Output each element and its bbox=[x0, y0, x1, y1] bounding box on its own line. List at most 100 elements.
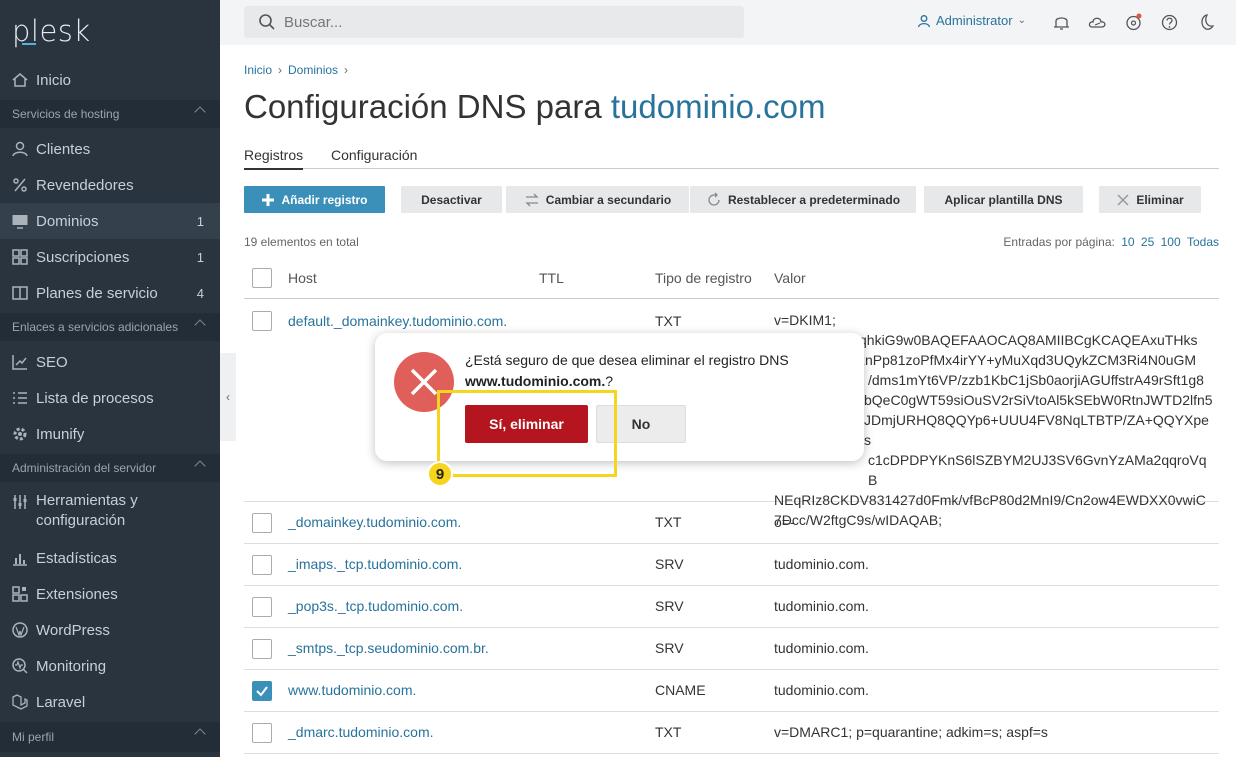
record-type: TXT bbox=[655, 724, 682, 740]
column-value: Valor bbox=[774, 270, 806, 286]
sidebar-item-label: Laravel bbox=[36, 693, 86, 711]
section-label: Mi perfil bbox=[12, 730, 55, 744]
dark-mode-icon[interactable] bbox=[1196, 13, 1215, 32]
book-icon bbox=[11, 284, 29, 302]
help-icon[interactable] bbox=[1160, 13, 1179, 32]
record-type: SRV bbox=[655, 640, 684, 656]
record-value: v=DMARC1; p=quarantine; adkim=s; aspf=s bbox=[774, 724, 1048, 740]
sidebar-item-monitoring[interactable]: Monitoring bbox=[0, 648, 220, 684]
sidebar-item-wordpress[interactable]: WordPress bbox=[0, 612, 220, 648]
sidebar: plesk Inicio Servicios de hosting Client… bbox=[0, 0, 220, 757]
search-input[interactable]: Buscar... bbox=[244, 6, 744, 38]
row-checkbox[interactable] bbox=[252, 597, 272, 617]
record-host-link[interactable]: _domainkey.tudominio.com. bbox=[288, 514, 461, 530]
row-checkbox[interactable] bbox=[252, 555, 272, 575]
reset-icon bbox=[706, 192, 722, 208]
per-page-100[interactable]: 100 bbox=[1161, 235, 1181, 249]
user-menu[interactable]: Administrator ⌄ bbox=[917, 13, 1026, 28]
row-checkbox[interactable] bbox=[252, 513, 272, 533]
record-type: TXT bbox=[655, 514, 682, 530]
sidebar-item-extensiones[interactable]: Extensiones bbox=[0, 576, 220, 612]
tab-configuracion[interactable]: Configuración bbox=[331, 147, 417, 163]
record-host-link[interactable]: _smtps._tcp.seudominio.com.br. bbox=[288, 640, 489, 656]
row-checkbox-checked[interactable] bbox=[252, 681, 272, 701]
topbar: Buscar... Administrator ⌄ bbox=[220, 0, 1236, 45]
row-checkbox[interactable] bbox=[252, 311, 272, 331]
per-page-25[interactable]: 25 bbox=[1141, 235, 1154, 249]
per-page-10[interactable]: 10 bbox=[1121, 235, 1134, 249]
cloud-icon[interactable] bbox=[1088, 13, 1107, 32]
column-record-type[interactable]: Tipo de registro bbox=[655, 270, 752, 286]
sidebar-item-seo[interactable]: SEO bbox=[0, 344, 220, 380]
switch-secondary-button[interactable]: Cambiar a secundario bbox=[506, 186, 689, 213]
record-type: CNAME bbox=[655, 682, 706, 698]
sidebar-collapse-handle[interactable]: ‹ bbox=[220, 353, 236, 441]
sidebar-item-planes[interactable]: Planes de servicio 4 bbox=[0, 275, 220, 311]
section-enlaces[interactable]: Enlaces a servicios adicionales bbox=[0, 313, 220, 341]
logo-underline bbox=[22, 43, 36, 45]
record-host-link[interactable]: _imaps._tcp.tudominio.com. bbox=[288, 556, 462, 572]
delete-button[interactable]: Eliminar bbox=[1099, 186, 1201, 213]
monitor-icon bbox=[11, 212, 29, 230]
record-host-link[interactable]: www.tudominio.com. bbox=[288, 682, 416, 698]
tab-registros[interactable]: Registros bbox=[244, 147, 304, 170]
record-value: tudominio.com. bbox=[774, 556, 869, 572]
sidebar-item-estadisticas[interactable]: Estadísticas bbox=[0, 540, 220, 576]
sidebar-item-label: Suscripciones bbox=[36, 248, 130, 266]
record-host-link[interactable]: default._domainkey.tudominio.com. bbox=[288, 313, 507, 329]
section-perfil[interactable]: Mi perfil bbox=[0, 722, 220, 752]
page-title-domain[interactable]: tudominio.com bbox=[611, 88, 826, 125]
per-page-selector: Entradas por página: 10 25 100 Todas bbox=[1003, 235, 1219, 249]
sidebar-item-suscripciones[interactable]: Suscripciones 1 bbox=[0, 239, 220, 275]
user-icon bbox=[917, 14, 931, 27]
breadcrumb-dominios[interactable]: Dominios bbox=[288, 63, 338, 77]
dialog-record: www.tudominio.com. bbox=[465, 373, 606, 389]
reset-default-button[interactable]: Restablecer a predeterminado bbox=[690, 186, 916, 213]
section-admin[interactable]: Administración del servidor bbox=[0, 454, 220, 482]
sidebar-item-label: Estadísticas bbox=[36, 549, 117, 567]
apply-template-label: Aplicar plantilla DNS bbox=[944, 192, 1063, 207]
per-page-all[interactable]: Todas bbox=[1187, 235, 1219, 249]
row-checkbox[interactable] bbox=[252, 723, 272, 743]
record-host-link[interactable]: _pop3s._tcp.tudominio.com. bbox=[288, 598, 463, 614]
sidebar-item-laravel[interactable]: Laravel bbox=[0, 684, 220, 720]
section-hosting[interactable]: Servicios de hosting bbox=[0, 100, 220, 128]
sidebar-item-dominios[interactable]: Dominios 1 bbox=[0, 203, 220, 239]
sidebar-item-revendedores[interactable]: Revendedores bbox=[0, 167, 220, 203]
breadcrumb: Inicio › Dominios › bbox=[244, 63, 354, 77]
sidebar-item-inicio[interactable]: Inicio bbox=[0, 62, 220, 98]
chevron-up-icon bbox=[194, 106, 206, 118]
sidebar-item-label: Planes de servicio bbox=[36, 284, 158, 302]
apply-dns-template-button[interactable]: Aplicar plantilla DNS bbox=[924, 186, 1083, 213]
sidebar-item-imunify[interactable]: Imunify bbox=[0, 416, 220, 452]
sidebar-item-herramientas[interactable]: Herramientas y configuración bbox=[0, 491, 220, 533]
record-host-link[interactable]: _dmarc.tudominio.com. bbox=[288, 724, 434, 740]
sidebar-item-clientes[interactable]: Clientes bbox=[0, 131, 220, 167]
user-name: Administrator bbox=[936, 13, 1013, 28]
table-row: _dmarc.tudominio.com. TXT v=DMARC1; p=qu… bbox=[244, 712, 1219, 754]
tutorial-highlight-box bbox=[437, 390, 617, 477]
bar-chart-icon bbox=[11, 549, 29, 567]
chevron-up-icon bbox=[194, 460, 206, 472]
chevron-down-icon: ⌄ bbox=[1017, 15, 1026, 26]
record-value: tudominio.com. bbox=[774, 640, 869, 656]
add-record-button[interactable]: Añadir registro bbox=[244, 186, 385, 213]
chevron-left-icon: ‹ bbox=[226, 390, 230, 404]
breadcrumb-inicio[interactable]: Inicio bbox=[244, 63, 272, 77]
deactivate-button[interactable]: Desactivar bbox=[401, 186, 502, 213]
row-checkbox[interactable] bbox=[252, 639, 272, 659]
sidebar-item-procesos[interactable]: Lista de procesos bbox=[0, 380, 220, 416]
dialog-message: ¿Está seguro de que desea eliminar el re… bbox=[465, 350, 825, 392]
column-ttl[interactable]: TTL bbox=[539, 270, 564, 286]
record-value: tudominio.com. bbox=[774, 598, 869, 614]
extensions-icon[interactable] bbox=[1124, 13, 1143, 32]
column-host[interactable]: Host bbox=[288, 270, 317, 286]
grid-icon bbox=[11, 248, 29, 266]
sliders-icon bbox=[11, 493, 29, 511]
reset-default-label: Restablecer a predeterminado bbox=[727, 192, 901, 207]
gear-icon bbox=[11, 425, 29, 443]
table-row: _domainkey.tudominio.com. TXT o=- bbox=[244, 502, 1219, 544]
select-all-checkbox[interactable] bbox=[252, 268, 272, 288]
bell-icon[interactable] bbox=[1052, 13, 1071, 32]
record-type: SRV bbox=[655, 598, 684, 614]
